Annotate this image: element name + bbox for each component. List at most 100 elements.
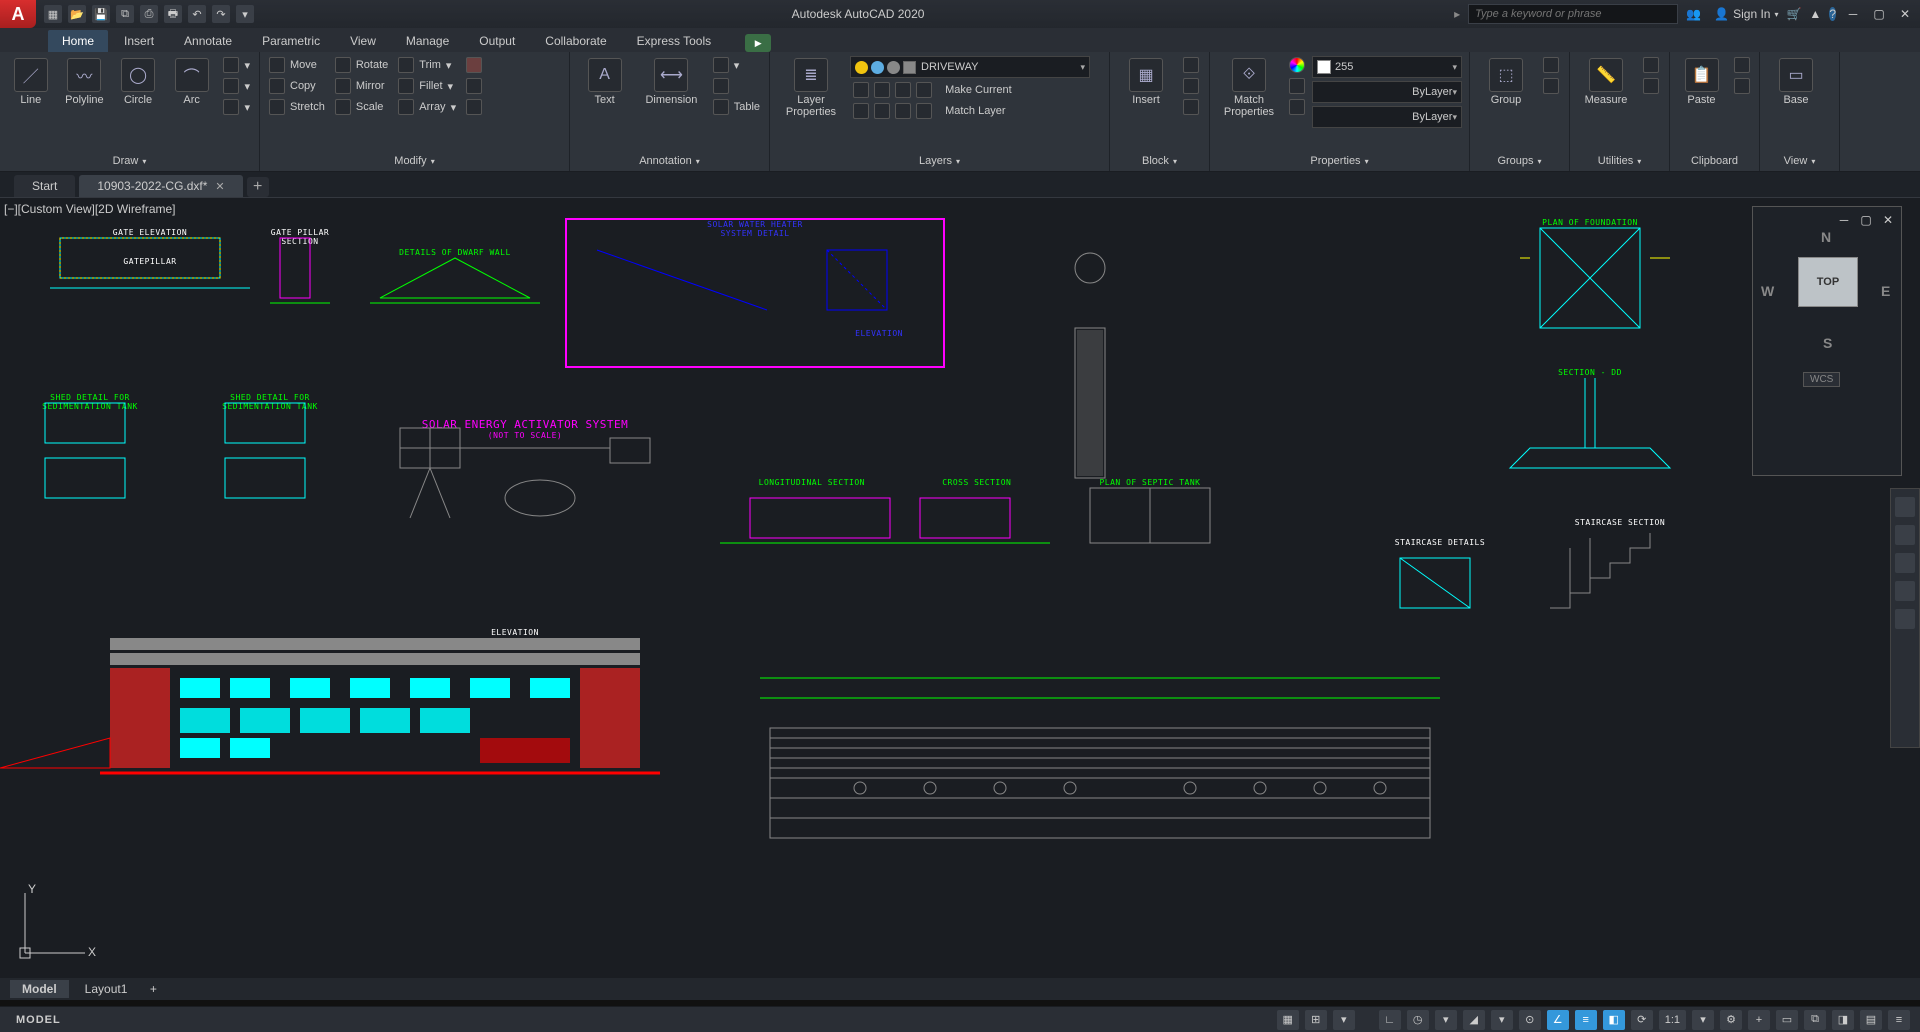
viewcube-close-icon[interactable]: ✕ <box>1879 211 1897 229</box>
text-button[interactable]: AText <box>576 56 633 108</box>
nav-pan-icon[interactable] <box>1895 525 1915 545</box>
annoscale-label[interactable]: 1:1 <box>1659 1010 1686 1030</box>
trim-button[interactable]: Trim ▾ <box>395 56 459 74</box>
monitor-icon[interactable]: ▭ <box>1776 1010 1798 1030</box>
polyline-button[interactable]: 〰Polyline <box>60 56 110 108</box>
qat-plot-icon[interactable]: ⎙ <box>140 5 158 23</box>
util1-button[interactable] <box>1640 56 1662 74</box>
model-space-label[interactable]: MODEL <box>16 1014 61 1026</box>
ungroup-button[interactable] <box>1540 56 1562 74</box>
erase-button[interactable] <box>463 56 485 74</box>
isolate-icon[interactable]: ◨ <box>1832 1010 1854 1030</box>
snap-toggle[interactable]: ⊞ <box>1305 1010 1327 1030</box>
lineweight-toggle[interactable]: ≡ <box>1575 1010 1597 1030</box>
mirror-button[interactable]: Mirror <box>332 77 391 95</box>
lineweight-select[interactable]: ByLayer▾ <box>1312 106 1462 128</box>
qat-open-icon[interactable]: 📂 <box>68 5 86 23</box>
dropdown-1[interactable]: ▾ <box>1333 1010 1355 1030</box>
cart-icon[interactable]: 🛒 <box>1786 7 1801 21</box>
customize-icon[interactable]: ≡ <box>1888 1010 1910 1030</box>
isodraft-toggle[interactable]: ◢ <box>1463 1010 1485 1030</box>
block-edit-button[interactable] <box>1180 77 1202 95</box>
circle-button[interactable]: ◯Circle <box>113 56 163 108</box>
new-tab-button[interactable]: + <box>247 177 269 197</box>
otrack-toggle[interactable]: ∠ <box>1547 1010 1569 1030</box>
hardware-icon[interactable]: ⧉ <box>1804 1010 1826 1030</box>
tab-annotate[interactable]: Annotate <box>170 30 246 52</box>
cut-button[interactable] <box>1731 56 1753 74</box>
add-layout-button[interactable]: + <box>143 982 163 996</box>
insert-button[interactable]: ▦Insert <box>1116 56 1176 108</box>
model-tab[interactable]: Model <box>10 980 69 998</box>
grid-toggle[interactable]: ▦ <box>1277 1010 1299 1030</box>
qat-new-icon[interactable]: ▦ <box>44 5 62 23</box>
block-attr-button[interactable] <box>1180 98 1202 116</box>
dropdown-2[interactable]: ▾ <box>1435 1010 1457 1030</box>
sign-in-button[interactable]: 👤 Sign In ▾ <box>1714 7 1778 21</box>
line-button[interactable]: ／Line <box>6 56 56 108</box>
nav-showmotion-icon[interactable] <box>1895 609 1915 629</box>
color-select[interactable]: 255▾ <box>1312 56 1462 78</box>
nav-zoom-icon[interactable] <box>1895 553 1915 573</box>
qat-print-icon[interactable]: 🖶 <box>164 5 182 23</box>
cycling-toggle[interactable]: ⟳ <box>1631 1010 1653 1030</box>
offset-button[interactable] <box>463 98 485 116</box>
tab-parametric[interactable]: Parametric <box>248 30 334 52</box>
polar-toggle[interactable]: ◷ <box>1407 1010 1429 1030</box>
viewcube-min-icon[interactable]: ─ <box>1835 211 1853 229</box>
minimize-button[interactable]: ─ <box>1844 5 1862 23</box>
stretch-button[interactable]: Stretch <box>266 98 328 116</box>
bylayer-color-icon[interactable] <box>1286 56 1308 74</box>
mtext-button[interactable] <box>710 77 763 95</box>
lineweight-icon[interactable] <box>1286 98 1308 116</box>
table-button[interactable]: Table <box>710 98 763 116</box>
qat-dropdown-icon[interactable]: ▾ <box>236 5 254 23</box>
viewcube-max-icon[interactable]: ▢ <box>1857 211 1875 229</box>
qat-save-icon[interactable]: 💾 <box>92 5 110 23</box>
dropdown-4[interactable]: ▾ <box>1692 1010 1714 1030</box>
paste-button[interactable]: 📋Paste <box>1676 56 1727 108</box>
gear-icon[interactable]: ⚙ <box>1720 1010 1742 1030</box>
qat-redo-icon[interactable]: ↷ <box>212 5 230 23</box>
maximize-button[interactable]: ▢ <box>1870 5 1888 23</box>
nav-orbit-icon[interactable] <box>1895 581 1915 601</box>
qat-undo-icon[interactable]: ↶ <box>188 5 206 23</box>
match-layer-button[interactable]: Match Layer <box>850 102 1103 120</box>
app-menu-icon[interactable]: ▲ <box>1809 7 1821 21</box>
transparency-toggle[interactable]: ◧ <box>1603 1010 1625 1030</box>
tab-view[interactable]: View <box>336 30 390 52</box>
tab-home[interactable]: Home <box>48 30 108 52</box>
layout1-tab[interactable]: Layout1 <box>73 980 140 998</box>
move-button[interactable]: Move <box>266 56 328 74</box>
nav-wheel-icon[interactable] <box>1895 497 1915 517</box>
viewcube-north[interactable]: N <box>1821 229 1831 245</box>
array-button[interactable]: Array ▾ <box>395 98 459 116</box>
make-current-button[interactable]: Make Current <box>850 81 1103 99</box>
explode-button[interactable] <box>463 77 485 95</box>
tab-output[interactable]: Output <box>465 30 529 52</box>
linetype-select[interactable]: ByLayer▾ <box>1312 81 1462 103</box>
group-button[interactable]: ⬚Group <box>1476 56 1536 108</box>
close-tab-icon[interactable]: ✕ <box>215 180 224 193</box>
workspace-toggle[interactable]: + <box>1748 1010 1770 1030</box>
help-icon[interactable]: ? <box>1829 7 1836 21</box>
infocenter-icon[interactable]: 👥 <box>1686 7 1706 21</box>
current-layer-select[interactable]: DRIVEWAY▾ <box>850 56 1090 78</box>
wcs-label[interactable]: WCS <box>1803 372 1840 387</box>
util2-button[interactable] <box>1640 77 1662 95</box>
layer-properties-button[interactable]: ≣Layer Properties <box>776 56 846 120</box>
leader-button[interactable]: ▾ <box>710 56 763 74</box>
copy-button[interactable]: Copy <box>266 77 328 95</box>
rotate-button[interactable]: Rotate <box>332 56 391 74</box>
dimension-button[interactable]: ⟷Dimension <box>637 56 706 108</box>
fillet-button[interactable]: Fillet ▾ <box>395 77 459 95</box>
file-tab[interactable]: 10903-2022-CG.dxf*✕ <box>79 175 242 197</box>
viewcube-west[interactable]: W <box>1761 283 1774 299</box>
close-button[interactable]: ✕ <box>1896 5 1914 23</box>
app-logo[interactable]: A <box>0 0 36 28</box>
quick-menu-icon[interactable]: ▶ <box>745 34 771 52</box>
copyc-button[interactable] <box>1731 77 1753 95</box>
tab-insert[interactable]: Insert <box>110 30 168 52</box>
block-create-button[interactable] <box>1180 56 1202 74</box>
clean-icon[interactable]: ▤ <box>1860 1010 1882 1030</box>
